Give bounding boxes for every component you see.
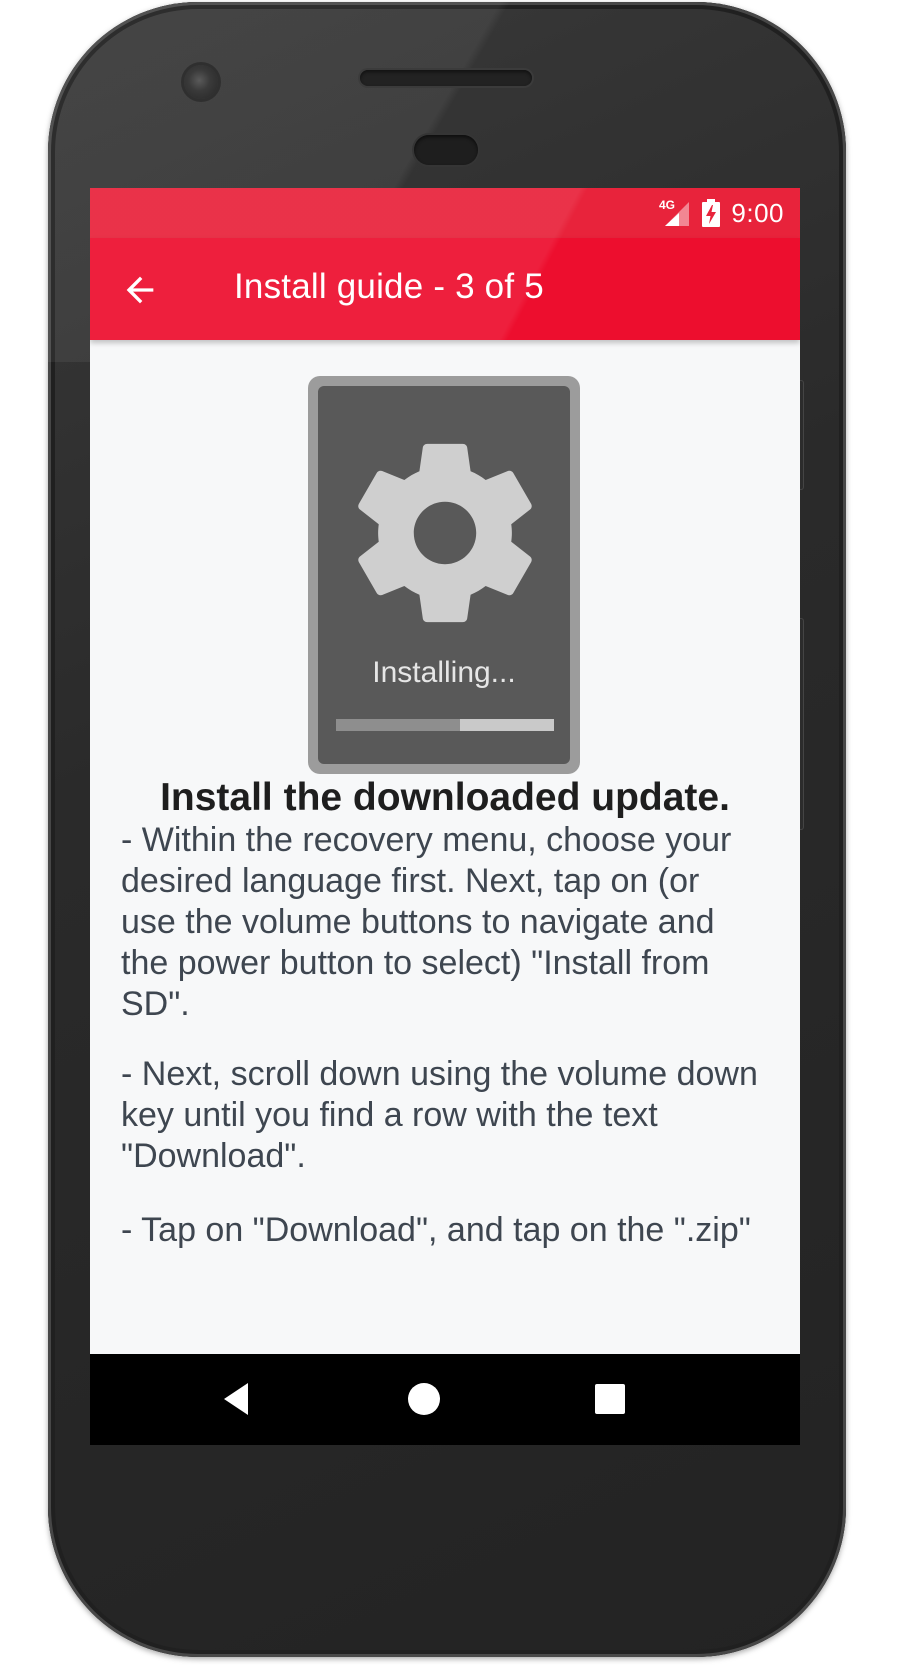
nav-recents-icon[interactable] xyxy=(590,1379,630,1419)
proximity-sensor xyxy=(414,135,478,165)
front-camera xyxy=(184,65,218,99)
nav-home-icon[interactable] xyxy=(404,1379,444,1419)
status-icons: 4G 9:00 xyxy=(657,188,784,238)
instruction-paragraph: - Within the recovery menu, choose your … xyxy=(121,821,732,1023)
network-type: 4G xyxy=(659,198,675,212)
screen: Install guide - 3 of 5 4G 9:00 Installin… xyxy=(90,188,800,1445)
install-progress-bar xyxy=(336,719,554,731)
battery-charging-icon xyxy=(702,199,721,227)
app-bar: Install guide - 3 of 5 xyxy=(90,238,800,340)
earpiece-speaker xyxy=(360,70,532,86)
installing-label: Installing... xyxy=(372,656,516,689)
gear-icon xyxy=(358,443,532,623)
instruction-paragraph: - Next, scroll down using the volume dow… xyxy=(121,1055,758,1175)
navigation-bar xyxy=(90,1354,800,1445)
instruction-paragraph: - Tap on "Download", and tap on the ".zi… xyxy=(121,1211,751,1249)
nav-back-icon[interactable] xyxy=(218,1379,258,1419)
illustration-screen: Installing... xyxy=(318,386,570,764)
device-mockup: Install guide - 3 of 5 4G 9:00 Installin… xyxy=(0,0,900,1665)
step-heading: Install the downloaded update. xyxy=(160,776,730,819)
install-illustration: Installing... xyxy=(308,376,580,774)
install-progress-fill xyxy=(336,719,461,731)
clock: 9:00 xyxy=(731,197,784,228)
arrow-back-icon[interactable] xyxy=(120,270,160,310)
app-title: Install guide - 3 of 5 xyxy=(234,267,544,306)
signal-icon: 4G xyxy=(659,198,690,226)
